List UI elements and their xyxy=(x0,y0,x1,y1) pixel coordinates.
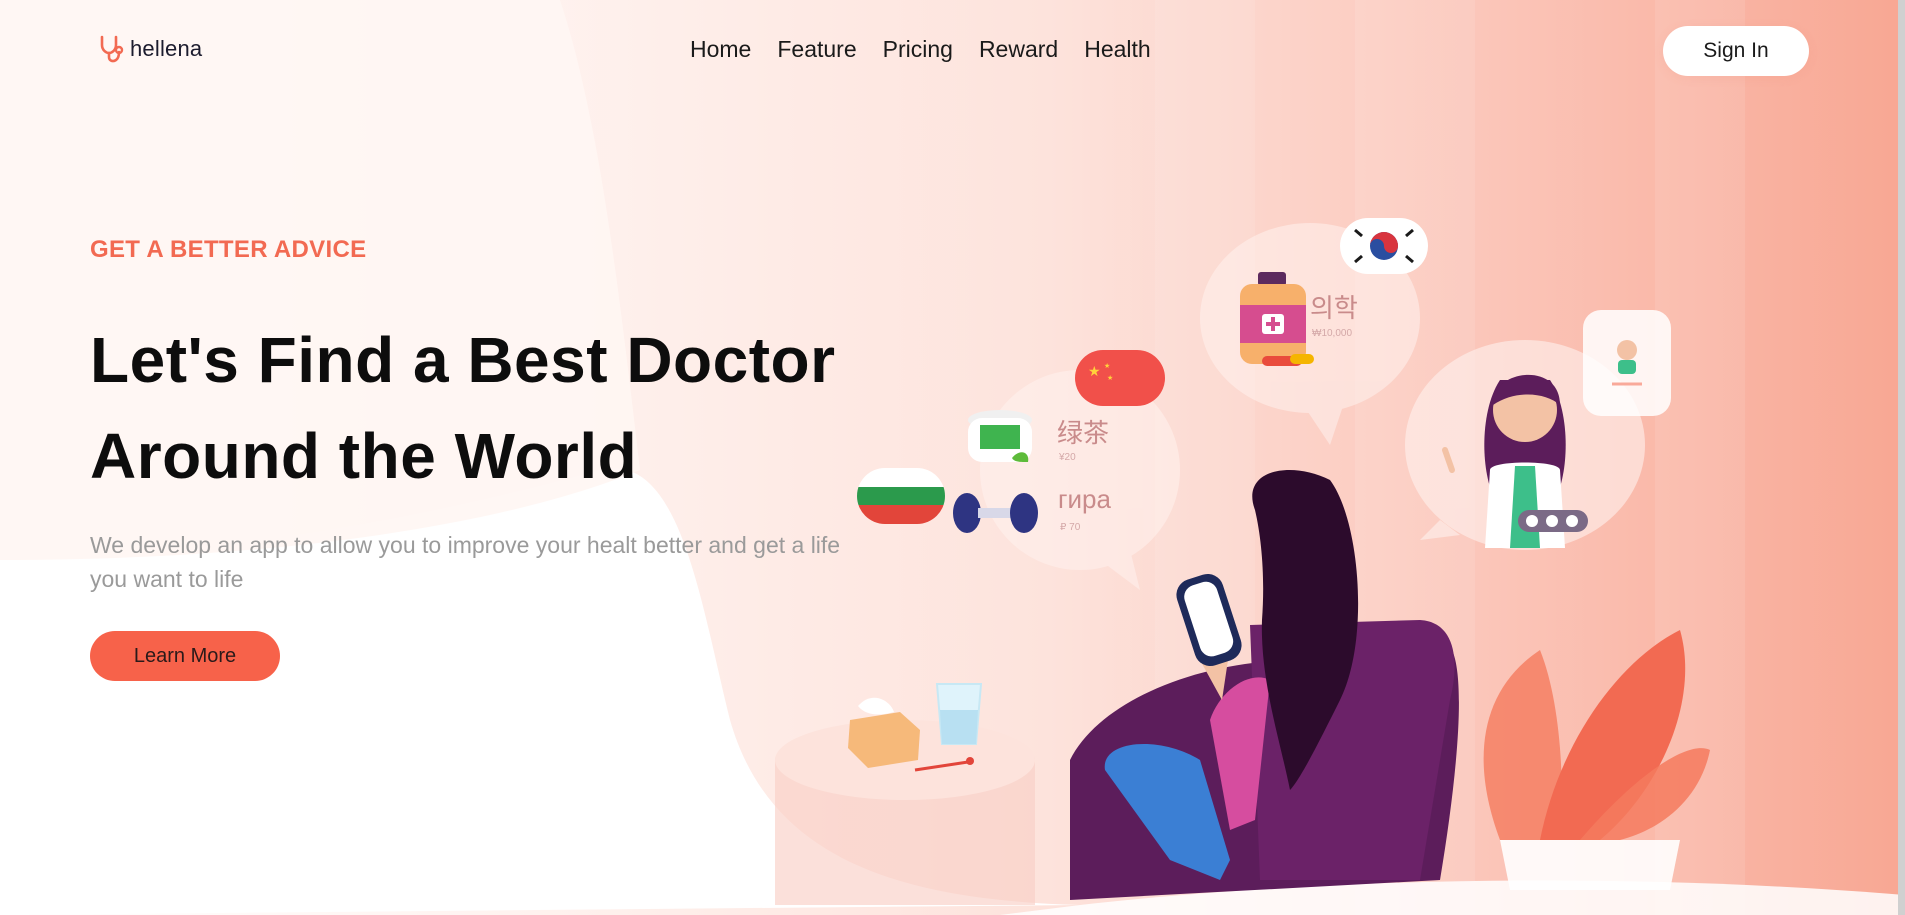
chinese-label: 绿茶 xyxy=(1057,418,1110,448)
russian-price: ₽ 70 xyxy=(1060,522,1081,533)
speech-bubble-chinese xyxy=(980,370,1180,590)
potted-plant xyxy=(1483,630,1710,890)
chinese-price: ¥20 xyxy=(1059,452,1076,463)
svg-text:★: ★ xyxy=(1107,374,1113,382)
svg-text:★: ★ xyxy=(1104,362,1110,370)
korea-flag-icon xyxy=(1340,218,1428,274)
video-call-card xyxy=(1583,310,1671,416)
bulgaria-flag-icon xyxy=(857,468,945,524)
korean-label: 의학 xyxy=(1310,293,1358,323)
page: hellena Home Feature Pricing Reward Heal… xyxy=(0,0,1905,915)
hero-illustration: ★ ★ ★ xyxy=(775,218,1710,905)
water-glass-icon xyxy=(935,683,983,745)
korean-price: ₩10,000 xyxy=(1312,328,1353,339)
russian-label: гира xyxy=(1058,484,1111,514)
tea-cup-icon xyxy=(968,410,1032,462)
tissue-box-icon xyxy=(848,697,920,768)
svg-text:★: ★ xyxy=(1088,364,1101,380)
china-flag-icon: ★ ★ ★ xyxy=(1075,350,1165,406)
